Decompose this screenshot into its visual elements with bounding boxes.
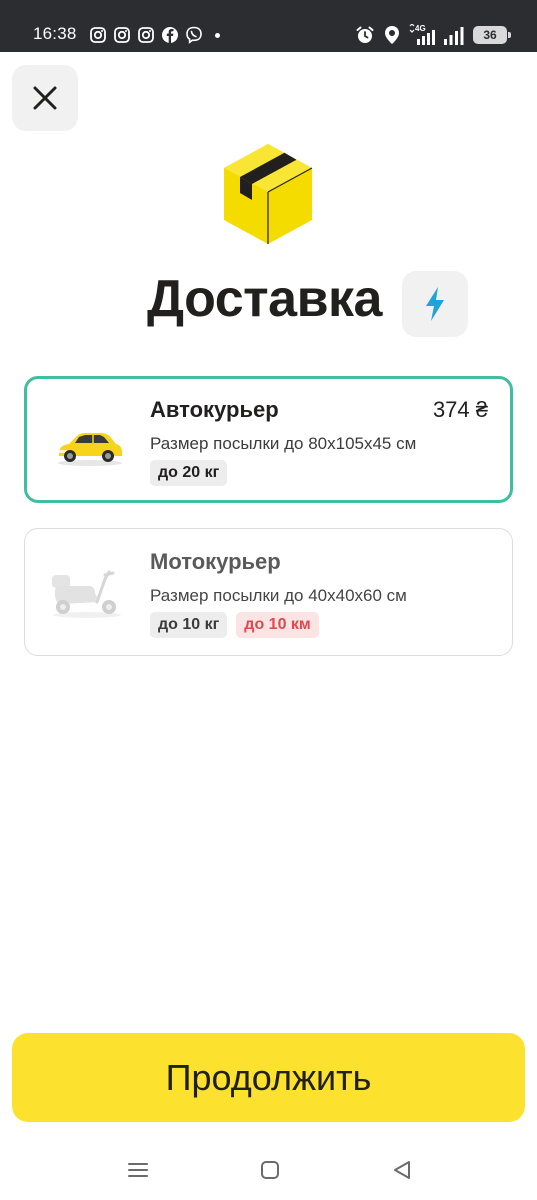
viber-icon: [186, 26, 202, 44]
continue-button[interactable]: Продолжить: [12, 1033, 525, 1122]
notification-icons: [89, 26, 220, 44]
close-button[interactable]: [12, 65, 78, 131]
back-button[interactable]: [388, 1156, 416, 1184]
signal-4g-icon: 4G: [409, 24, 435, 45]
option-badges: до 20 кг: [150, 460, 228, 486]
distance-badge: до 10 км: [236, 612, 319, 638]
delivery-option-car[interactable]: Автокурьер 374 ₴ Размер посылки до 80x10…: [24, 376, 513, 503]
home-button[interactable]: [256, 1156, 284, 1184]
option-title: Мотокурьер: [150, 549, 281, 574]
close-icon: [33, 86, 57, 110]
option-description: Размер посылки до 80x105x45 см: [150, 434, 417, 453]
status-time: 16:38: [33, 24, 77, 43]
recent-apps-button[interactable]: [124, 1156, 152, 1184]
facebook-icon: [162, 27, 178, 43]
home-icon: [261, 1161, 279, 1179]
option-description: Размер посылки до 40x40x60 см: [150, 586, 407, 605]
system-nav-bar: [0, 1140, 537, 1200]
lightning-icon: [426, 287, 444, 321]
car-icon: [58, 433, 122, 466]
status-bar: 16:38 4G 36: [0, 0, 537, 52]
instagram-icon: [138, 27, 154, 43]
express-delivery-button[interactable]: [402, 271, 468, 337]
title-row: Доставка: [0, 268, 537, 338]
instagram-icon: [114, 27, 130, 43]
option-price: 374 ₴: [432, 397, 488, 422]
system-icons: 4G 36: [355, 24, 511, 46]
delivery-option-moto[interactable]: Мотокурьер Размер посылки до 40x40x60 см…: [24, 528, 513, 656]
menu-icon: [128, 1163, 148, 1177]
option-title: Автокурьер: [150, 397, 279, 422]
svg-text:4G: 4G: [415, 24, 426, 33]
alarm-icon: [356, 26, 374, 43]
page-title: Доставка: [147, 270, 382, 328]
weight-badge: до 20 кг: [150, 460, 228, 486]
location-icon: [385, 26, 399, 44]
back-icon: [394, 1161, 410, 1179]
box-logo-icon: [224, 144, 313, 244]
scooter-icon: [52, 570, 121, 618]
instagram-icon: [90, 27, 106, 43]
signal-icon: [444, 27, 464, 45]
more-notifications-dot: [215, 32, 220, 38]
battery-indicator: 36: [473, 26, 511, 44]
weight-badge: до 10 кг: [150, 612, 228, 638]
option-badges: до 10 кг до 10 км: [150, 612, 319, 638]
